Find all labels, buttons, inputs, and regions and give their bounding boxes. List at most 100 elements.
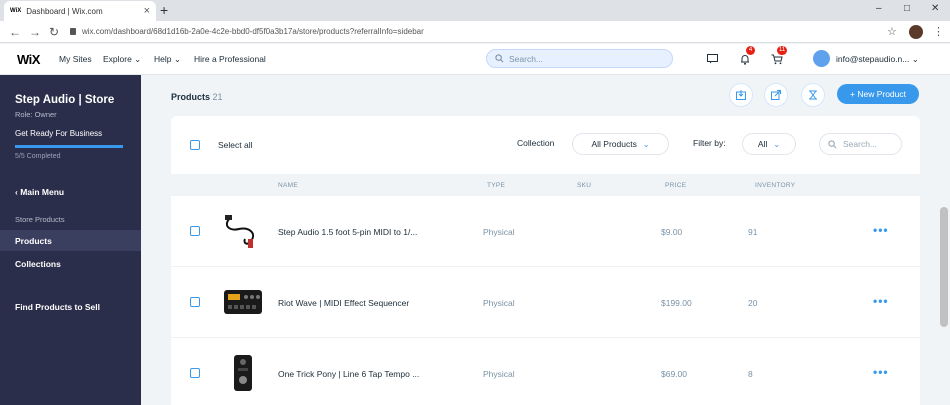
- sequencer-thumbnail: [224, 290, 262, 314]
- sidebar-section-label: Store Products: [15, 215, 65, 224]
- nav-help[interactable]: Help ⌄: [154, 54, 181, 65]
- forward-icon[interactable]: →: [29, 24, 41, 40]
- chevron-down-icon: ⌄: [642, 139, 650, 149]
- nav-my-sites[interactable]: My Sites: [59, 54, 92, 64]
- sidebar: Step Audio | Store Role: Owner Get Ready…: [0, 75, 141, 405]
- sort-icon: [809, 90, 817, 100]
- back-icon[interactable]: ←: [9, 24, 21, 40]
- new-tab-button[interactable]: +: [160, 2, 168, 18]
- sidebar-item-label: Products: [15, 236, 52, 246]
- sidebar-item-find-products[interactable]: Find Products to Sell: [15, 302, 100, 312]
- product-name[interactable]: Riot Wave | MIDI Effect Sequencer: [278, 298, 409, 308]
- export-icon: [771, 90, 781, 100]
- column-header-inventory[interactable]: INVENTORY: [755, 182, 795, 189]
- collection-label: Collection: [517, 138, 555, 148]
- product-type: Physical: [483, 298, 515, 308]
- inbox-icon[interactable]: [705, 52, 719, 66]
- browser-profile-avatar[interactable]: [909, 25, 923, 39]
- row-checkbox[interactable]: [190, 297, 200, 307]
- table-row[interactable]: Step Audio 1.5 foot 5-pin MIDI to 1/... …: [171, 196, 920, 267]
- filter-dropdown[interactable]: All ⌄: [742, 133, 796, 155]
- wix-favicon-icon: WiX: [10, 8, 22, 14]
- row-more-actions-icon[interactable]: •••: [873, 365, 889, 379]
- page-title-text: Products: [171, 92, 211, 102]
- filter-value: All: [757, 139, 768, 149]
- column-header-name[interactable]: NAME: [278, 182, 298, 189]
- product-inventory: 8: [748, 369, 753, 379]
- setup-progress-text: 5/5 Completed: [15, 153, 61, 160]
- role-label: Role: Owner: [15, 110, 57, 119]
- bookmark-star-icon[interactable]: ☆: [887, 25, 897, 38]
- setup-progress-label[interactable]: Get Ready For Business: [15, 129, 102, 138]
- collection-value: All Products: [591, 139, 637, 149]
- notifications-badge: 4: [746, 46, 755, 55]
- product-name[interactable]: Step Audio 1.5 foot 5-pin MIDI to 1/...: [278, 227, 417, 237]
- products-search-placeholder: Search...: [843, 139, 878, 149]
- table-row[interactable]: One Trick Pony | Line 6 Tap Tempo ... Ph…: [171, 338, 920, 405]
- row-checkbox[interactable]: [190, 368, 200, 378]
- maximize-icon[interactable]: □: [904, 3, 910, 14]
- column-header-type[interactable]: TYPE: [487, 182, 505, 189]
- sidebar-item-collections[interactable]: Collections: [15, 259, 61, 269]
- product-type: Physical: [483, 227, 515, 237]
- new-product-button[interactable]: + New Product: [837, 84, 919, 104]
- browser-menu-icon[interactable]: ⋮: [933, 25, 944, 38]
- window-close-icon[interactable]: ✕: [931, 3, 939, 14]
- account-avatar[interactable]: [813, 50, 830, 67]
- lock-icon: [70, 28, 76, 35]
- midi-cable-thumbnail: [225, 215, 255, 248]
- product-inventory: 91: [748, 227, 758, 237]
- import-icon: [736, 90, 746, 100]
- chevron-down-icon: ⌄: [773, 139, 781, 149]
- select-all-label[interactable]: Select all: [218, 140, 253, 150]
- wix-search-input[interactable]: Search...: [486, 49, 673, 68]
- export-button[interactable]: [764, 83, 788, 107]
- products-count: 21: [212, 92, 223, 102]
- select-all-checkbox[interactable]: [190, 140, 200, 150]
- nav-explore[interactable]: Explore ⌄: [103, 54, 141, 65]
- reload-icon[interactable]: ↻: [49, 24, 59, 40]
- nav-hire-professional[interactable]: Hire a Professional: [194, 54, 266, 64]
- url-field[interactable]: wix.com/dashboard/68d1d16b-2a0e-4c2e-bbd…: [82, 27, 424, 36]
- browser-tabstrip: WiX Dashboard | Wix.com × + – □ ✕: [0, 0, 950, 21]
- column-header-sku[interactable]: SKU: [577, 182, 591, 189]
- products-search-input[interactable]: Search...: [819, 133, 902, 155]
- collection-dropdown[interactable]: All Products ⌄: [572, 133, 669, 155]
- product-price: $69.00: [661, 369, 687, 379]
- table-header: NAME TYPE SKU PRICE INVENTORY: [171, 174, 920, 196]
- minimize-icon[interactable]: –: [876, 3, 882, 14]
- sidebar-item-products[interactable]: Products: [0, 230, 141, 251]
- row-more-actions-icon[interactable]: •••: [873, 294, 889, 308]
- search-icon: [828, 139, 837, 148]
- page-scrollbar[interactable]: [940, 207, 948, 327]
- row-more-actions-icon[interactable]: •••: [873, 223, 889, 237]
- wix-logo[interactable]: WiX: [17, 52, 40, 67]
- account-email[interactable]: info@stepaudio.n... ⌄: [836, 54, 919, 65]
- table-row[interactable]: Riot Wave | MIDI Effect Sequencer Physic…: [171, 267, 920, 338]
- setup-progress-bar: [15, 145, 123, 148]
- column-header-price[interactable]: PRICE: [665, 182, 686, 189]
- address-bar: ← → ↻ wix.com/dashboard/68d1d16b-2a0e-4c…: [0, 21, 950, 43]
- tab-close-icon[interactable]: ×: [144, 5, 150, 17]
- import-button[interactable]: [729, 83, 753, 107]
- row-checkbox[interactable]: [190, 226, 200, 236]
- browser-tab[interactable]: WiX Dashboard | Wix.com ×: [4, 1, 156, 21]
- product-type: Physical: [483, 369, 515, 379]
- filter-label: Filter by:: [693, 138, 726, 148]
- page-title: Products 21: [171, 92, 223, 102]
- product-inventory: 20: [748, 298, 758, 308]
- sort-button[interactable]: [801, 83, 825, 107]
- cart-badge: 11: [777, 46, 788, 55]
- setup-progress-fill: [15, 145, 123, 148]
- product-price: $9.00: [661, 227, 683, 237]
- products-table-card: Select all Collection All Products ⌄ Fil…: [171, 116, 920, 405]
- product-price: $199.00: [661, 298, 692, 308]
- product-name[interactable]: One Trick Pony | Line 6 Tap Tempo ...: [278, 369, 419, 379]
- search-icon: [495, 54, 504, 63]
- wix-search-placeholder: Search...: [509, 53, 544, 64]
- tab-title: Dashboard | Wix.com: [26, 6, 103, 16]
- main-menu-back-link[interactable]: ‹ Main Menu: [15, 187, 64, 197]
- wix-topbar: WiX My Sites Explore ⌄ Help ⌄ Hire a Pro…: [0, 44, 950, 75]
- site-name: Step Audio | Store: [15, 94, 115, 106]
- pedal-thumbnail: [234, 355, 252, 391]
